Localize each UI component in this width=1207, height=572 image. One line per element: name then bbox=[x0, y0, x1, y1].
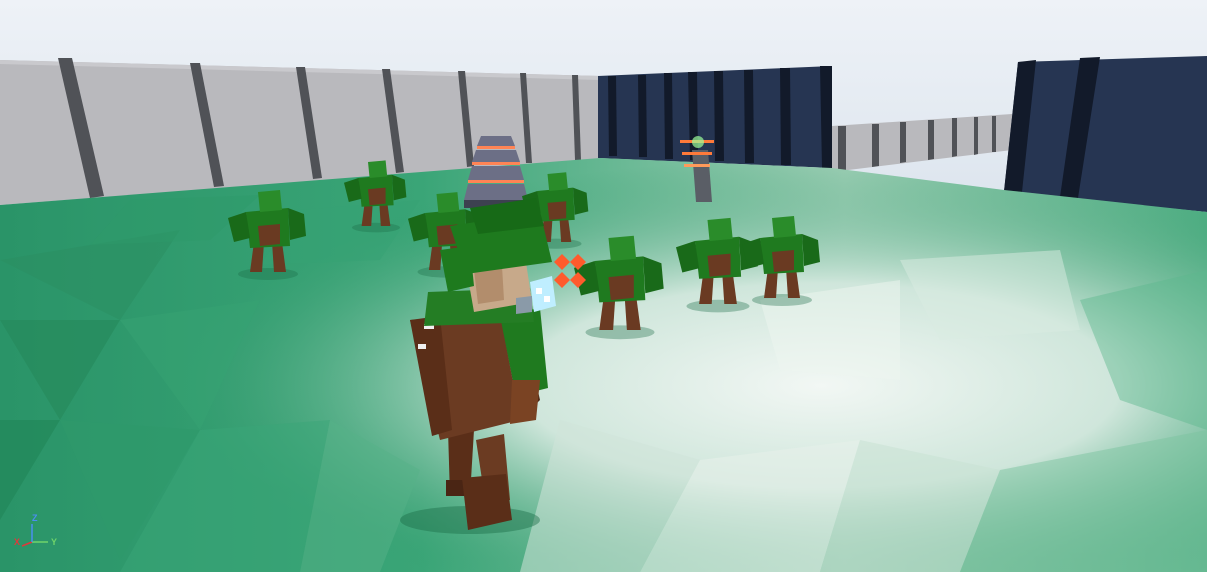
game-scene[interactable] bbox=[0, 0, 1207, 572]
navy-wall-right bbox=[1004, 56, 1207, 212]
game-viewport[interactable]: X Y Z bbox=[0, 0, 1207, 572]
ground-plane bbox=[0, 158, 1207, 572]
axis-gizmo-lines bbox=[21, 524, 48, 547]
axis-y-label: Y bbox=[51, 537, 58, 547]
axis-z-label: Z bbox=[32, 513, 38, 523]
axis-x-label: X bbox=[14, 537, 21, 547]
axis-x-line bbox=[21, 541, 33, 547]
axis-gizmo: X Y Z bbox=[12, 513, 72, 552]
navy-wall-center bbox=[598, 66, 832, 168]
